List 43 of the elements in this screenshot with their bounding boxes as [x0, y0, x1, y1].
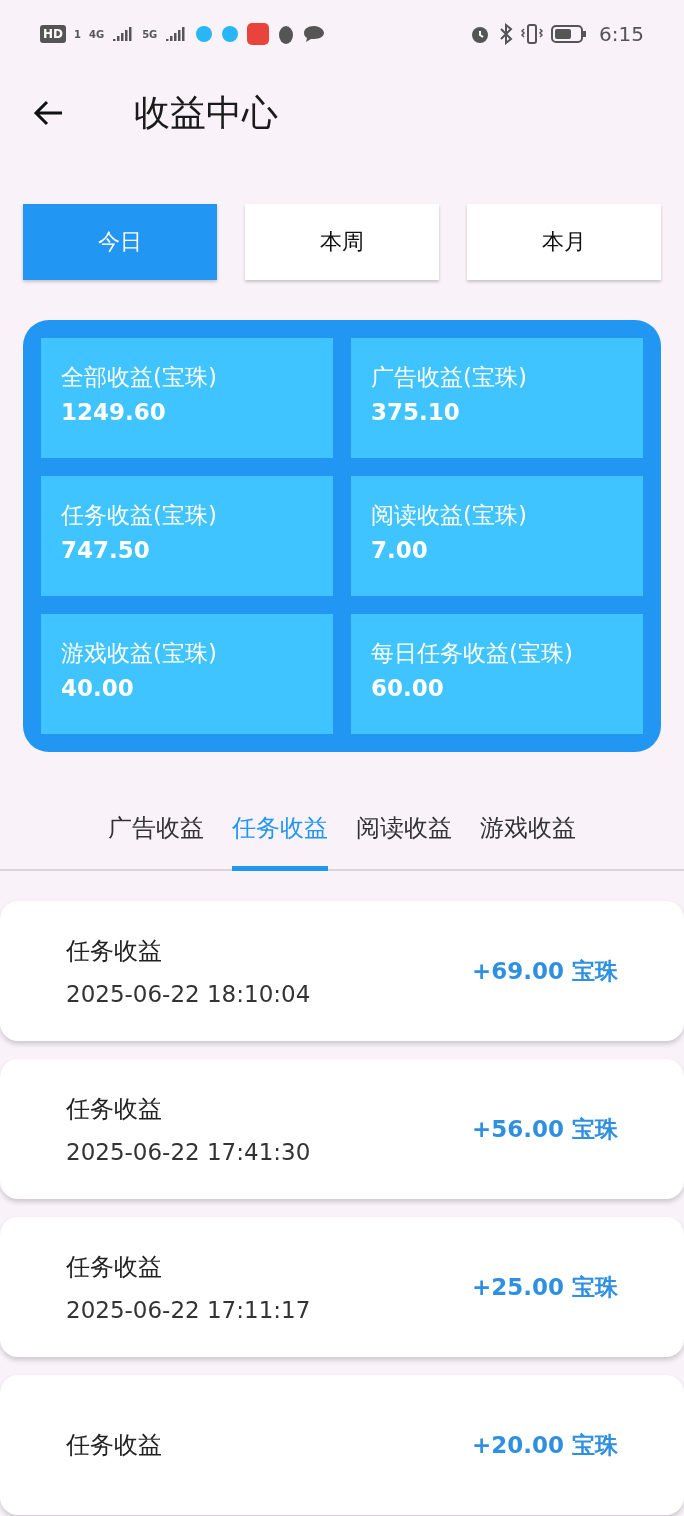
record-amount: +25.00 宝珠	[471, 1272, 618, 1302]
bluetooth-icon	[499, 23, 514, 45]
stat-label: 广告收益(宝珠)	[371, 363, 527, 392]
app-icon	[195, 25, 214, 43]
record-time: 2025-06-22 18:10:04	[66, 981, 311, 1007]
record-amount: +20.00 宝珠	[471, 1430, 618, 1460]
signal-icon	[165, 25, 188, 43]
stat-label: 任务收益(宝珠)	[61, 501, 217, 530]
record-time: 2025-06-22 17:41:30	[66, 1139, 311, 1165]
stat-label: 全部收益(宝珠)	[61, 363, 217, 392]
signal-icon	[112, 25, 135, 43]
category-tab[interactable]: 广告收益	[108, 792, 204, 871]
record-time: 2025-06-22 17:11:17	[66, 1297, 311, 1323]
record-title: 任务收益	[66, 936, 162, 967]
chat-icon	[303, 24, 326, 44]
record-amount: +69.00 宝珠	[471, 956, 618, 986]
record-title: 任务收益	[66, 1094, 162, 1125]
period-tab[interactable]: 本周	[245, 204, 439, 280]
record-amount: +56.00 宝珠	[471, 1114, 618, 1144]
network-label: 5G	[142, 28, 158, 40]
sim-label: 1	[74, 28, 81, 40]
record-title: 任务收益	[66, 1252, 162, 1283]
category-tab[interactable]: 游戏收益	[480, 792, 576, 871]
record-title: 任务收益	[66, 1430, 162, 1461]
stat-value: 375.10	[371, 399, 460, 425]
network-label: 4G	[89, 28, 105, 40]
stat-value: 7.00	[371, 537, 428, 563]
hd-badge: HD	[40, 25, 66, 43]
stat-value: 60.00	[371, 675, 444, 701]
stat-value: 40.00	[61, 675, 134, 701]
stat-value: 747.50	[61, 537, 150, 563]
stat-label: 阅读收益(宝珠)	[371, 501, 527, 530]
app-icon	[247, 23, 270, 45]
stat-value: 1249.60	[61, 399, 166, 425]
clock-time: 6:15	[599, 22, 644, 46]
battery-icon	[551, 24, 588, 44]
period-tab[interactable]: 本月	[467, 204, 661, 280]
category-tab[interactable]: 阅读收益	[356, 792, 452, 871]
page-title: 收益中心	[134, 90, 278, 135]
stat-label: 游戏收益(宝珠)	[61, 639, 217, 668]
vibrate-icon	[521, 23, 544, 45]
stat-label: 每日任务收益(宝珠)	[371, 639, 573, 668]
app-icon	[221, 25, 240, 43]
